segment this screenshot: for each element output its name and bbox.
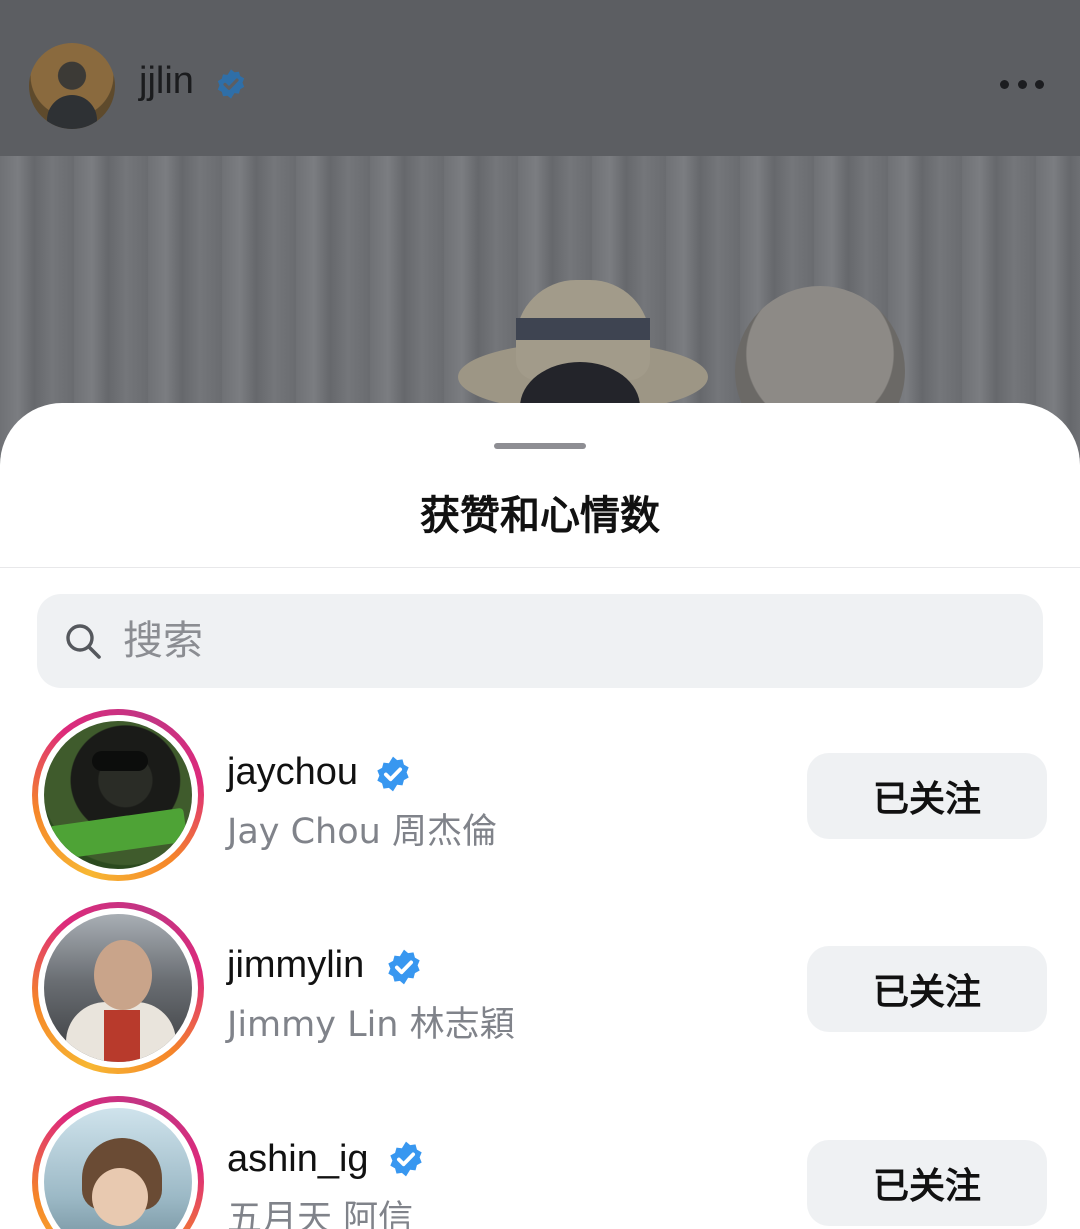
- list-item-user[interactable]: jaychou Jay Chou 周杰倫 已关注: [0, 709, 1080, 899]
- following-button[interactable]: 已关注: [807, 1140, 1047, 1226]
- following-button[interactable]: 已关注: [807, 753, 1047, 839]
- username[interactable]: jimmylin: [227, 944, 364, 987]
- avatar-figure: [47, 95, 97, 129]
- search-icon: [66, 624, 101, 659]
- verified-badge-icon: [217, 69, 245, 99]
- username[interactable]: ashin_ig: [227, 1138, 369, 1181]
- sheet-title: 获赞和心情数: [420, 493, 660, 539]
- story-ring[interactable]: [32, 709, 204, 881]
- list-item-user[interactable]: ashin_ig 五月天 阿信 已关注: [0, 1096, 1080, 1229]
- verified-badge-icon: [377, 756, 409, 792]
- story-ring[interactable]: [32, 1096, 204, 1229]
- avatar: [44, 721, 192, 869]
- full-name: Jimmy Lin 林志穎: [227, 1005, 515, 1045]
- post-author-avatar[interactable]: [29, 43, 115, 129]
- search-input[interactable]: [123, 594, 1003, 688]
- post-header: jjlin: [0, 0, 1080, 156]
- likes-sheet: 获赞和心情数 jaychou Jay Chou 周杰倫 已关注: [0, 403, 1080, 1229]
- story-ring[interactable]: [32, 902, 204, 1074]
- verified-badge-icon: [390, 1141, 422, 1177]
- sheet-grabber[interactable]: [494, 443, 586, 449]
- post-username[interactable]: jjlin: [139, 60, 194, 103]
- divider: [0, 567, 1080, 568]
- verified-badge-icon: [388, 949, 420, 985]
- more-options-icon[interactable]: [1000, 76, 1044, 92]
- list-item-user[interactable]: jimmylin Jimmy Lin 林志穎 已关注: [0, 902, 1080, 1092]
- full-name: 五月天 阿信: [227, 1199, 414, 1229]
- following-button[interactable]: 已关注: [807, 946, 1047, 1032]
- avatar: [44, 914, 192, 1062]
- username[interactable]: jaychou: [227, 751, 358, 794]
- search-bar[interactable]: [37, 594, 1043, 688]
- full-name: Jay Chou 周杰倫: [227, 812, 497, 852]
